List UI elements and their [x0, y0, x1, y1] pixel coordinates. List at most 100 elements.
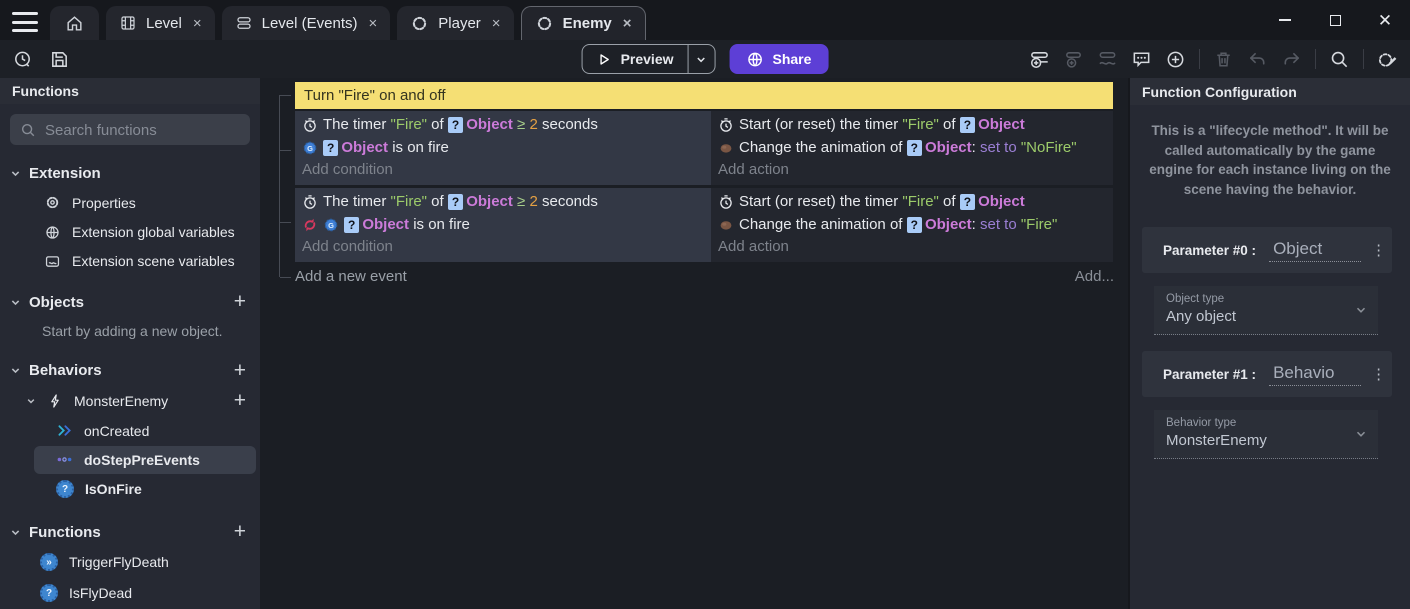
event-text: ≥: [513, 193, 530, 210]
close-icon[interactable]: ×: [492, 15, 501, 32]
add-behavior-button[interactable]: +: [234, 359, 246, 383]
chevron-down-icon: [10, 168, 21, 179]
minimize-button[interactable]: [1260, 0, 1310, 40]
sidebar-item-triggerflydeath[interactable]: » TriggerFlyDeath: [0, 547, 260, 578]
event-line[interactable]: G?Object is on fire: [295, 136, 711, 159]
lightning-icon: [47, 393, 63, 409]
close-icon[interactable]: ×: [369, 15, 378, 32]
redo-icon[interactable]: [1281, 49, 1302, 70]
event-text: is on fire: [388, 139, 449, 156]
titlebar: Level × Level (Events) × Player × Enemy …: [0, 0, 1410, 40]
undo-icon[interactable]: [1247, 49, 1268, 70]
add-action-link[interactable]: Add action: [711, 236, 1113, 259]
close-icon[interactable]: ×: [193, 15, 202, 32]
sidebar-item-isflydead[interactable]: ? IsFlyDead: [0, 578, 260, 609]
tab-player[interactable]: Player ×: [397, 6, 513, 40]
add-other-event-icon[interactable]: [1097, 49, 1118, 70]
preview-button[interactable]: Preview: [582, 44, 716, 74]
preview-dropdown-button[interactable]: [688, 45, 715, 73]
add-object-button[interactable]: +: [234, 290, 246, 314]
section-objects[interactable]: Objects +: [0, 288, 260, 317]
object-parameter-chip: ?: [907, 217, 922, 233]
trash-icon[interactable]: [1213, 49, 1234, 70]
search-icon[interactable]: [1329, 49, 1350, 70]
sidebar-item-isonfire[interactable]: ? IsOnFire: [0, 475, 260, 504]
extension-icon: [410, 14, 429, 33]
add-action-link[interactable]: Add action: [711, 159, 1113, 182]
sidebar-item-oncreated[interactable]: onCreated: [0, 416, 260, 445]
menu-icon[interactable]: [12, 12, 38, 32]
behavior-type-select[interactable]: Behavior type MonsterEnemy: [1154, 410, 1378, 459]
add-condition-link[interactable]: Add condition: [295, 159, 711, 182]
timer-icon: [718, 117, 734, 133]
event-line[interactable]: Change the animation of ?Object: set to …: [711, 136, 1113, 159]
kebab-menu-icon[interactable]: ⋮: [1371, 241, 1386, 259]
section-behaviors[interactable]: Behaviors +: [0, 356, 260, 385]
event: The timer "Fire" of ?Object ≥ 2 secondsG…: [295, 188, 1113, 262]
add-event-icon[interactable]: [1029, 49, 1050, 70]
event-text: Object: [978, 116, 1025, 133]
event-list-icon: [235, 14, 253, 32]
close-button[interactable]: ✕: [1360, 0, 1410, 40]
film-icon: [119, 14, 137, 32]
event-text: seconds: [538, 116, 598, 133]
add-more-link[interactable]: Add...: [1075, 268, 1114, 285]
sidebar-item-monsterenemy[interactable]: MonsterEnemy +: [0, 385, 260, 416]
search-functions-input[interactable]: [45, 122, 240, 138]
event-text: set to: [980, 139, 1021, 156]
event-text: Object: [466, 116, 513, 133]
add-function-button[interactable]: +: [234, 520, 246, 544]
sidebar-item-extension-scene-variables[interactable]: Extension scene variables: [0, 247, 260, 276]
add-new-event-link[interactable]: Add a new event: [295, 268, 407, 285]
close-icon[interactable]: ×: [623, 15, 632, 32]
history-icon[interactable]: [12, 49, 33, 70]
event-text: is on fire: [409, 216, 470, 233]
comment-icon[interactable]: [1131, 49, 1152, 70]
event-text: The timer: [323, 116, 391, 133]
section-extension[interactable]: Extension: [0, 159, 260, 188]
event-text: "Fire": [902, 193, 938, 210]
event-text: of: [427, 193, 448, 210]
save-icon[interactable]: [49, 49, 70, 70]
preview-label: Preview: [621, 51, 674, 67]
event-line[interactable]: Start (or reset) the timer "Fire" of ?Ob…: [711, 190, 1113, 213]
tab-level-events[interactable]: Level (Events) ×: [222, 6, 391, 40]
event-line[interactable]: Change the animation of ?Object: set to …: [711, 213, 1113, 236]
share-button[interactable]: Share: [730, 44, 829, 74]
event-text: :: [972, 216, 980, 233]
maximize-button[interactable]: [1310, 0, 1360, 40]
sidebar-item-extension-global-variables[interactable]: Extension global variables: [0, 218, 260, 247]
tab-enemy[interactable]: Enemy ×: [521, 6, 646, 40]
behavior-gear-icon: G: [323, 217, 339, 233]
search-functions-box[interactable]: [10, 114, 250, 145]
home-icon: [65, 14, 84, 33]
parameter-label: Parameter #0 :: [1163, 243, 1256, 258]
edit-extension-icon[interactable]: [1377, 49, 1398, 70]
tab-level[interactable]: Level ×: [106, 6, 215, 40]
add-circle-icon[interactable]: [1165, 49, 1186, 70]
event-line[interactable]: The timer "Fire" of ?Object ≥ 2 seconds: [295, 113, 711, 136]
add-behavior-function-button[interactable]: +: [234, 389, 246, 413]
event-tree-line: [279, 95, 280, 277]
step-icon: [56, 451, 73, 468]
event-line[interactable]: G?Object is on fire: [295, 213, 711, 236]
parameter-name-input[interactable]: Behavio: [1269, 363, 1361, 386]
field-label: Object type: [1166, 293, 1366, 305]
add-subevent-icon[interactable]: [1063, 49, 1084, 70]
event-tree-tick: [280, 222, 291, 223]
sidebar-item-properties[interactable]: Properties: [0, 188, 260, 217]
event-text: Change the animation of: [739, 139, 907, 156]
add-condition-link[interactable]: Add condition: [295, 236, 711, 259]
event-line[interactable]: The timer "Fire" of ?Object ≥ 2 seconds: [295, 190, 711, 213]
tab-home[interactable]: [50, 6, 99, 40]
event-text: Object: [341, 139, 388, 156]
parameter-name-input[interactable]: Object: [1269, 239, 1361, 262]
event-line[interactable]: Start (or reset) the timer "Fire" of ?Ob…: [711, 113, 1113, 136]
object-parameter-chip: ?: [960, 117, 975, 133]
section-functions[interactable]: Functions +: [0, 518, 260, 547]
object-type-select[interactable]: Object type Any object: [1154, 286, 1378, 335]
kebab-menu-icon[interactable]: ⋮: [1371, 365, 1386, 383]
event-comment[interactable]: Turn "Fire" on and off: [295, 82, 1113, 109]
sidebar-item-dostepprevents[interactable]: doStepPreEvents: [34, 446, 256, 473]
event-text: seconds: [538, 193, 598, 210]
